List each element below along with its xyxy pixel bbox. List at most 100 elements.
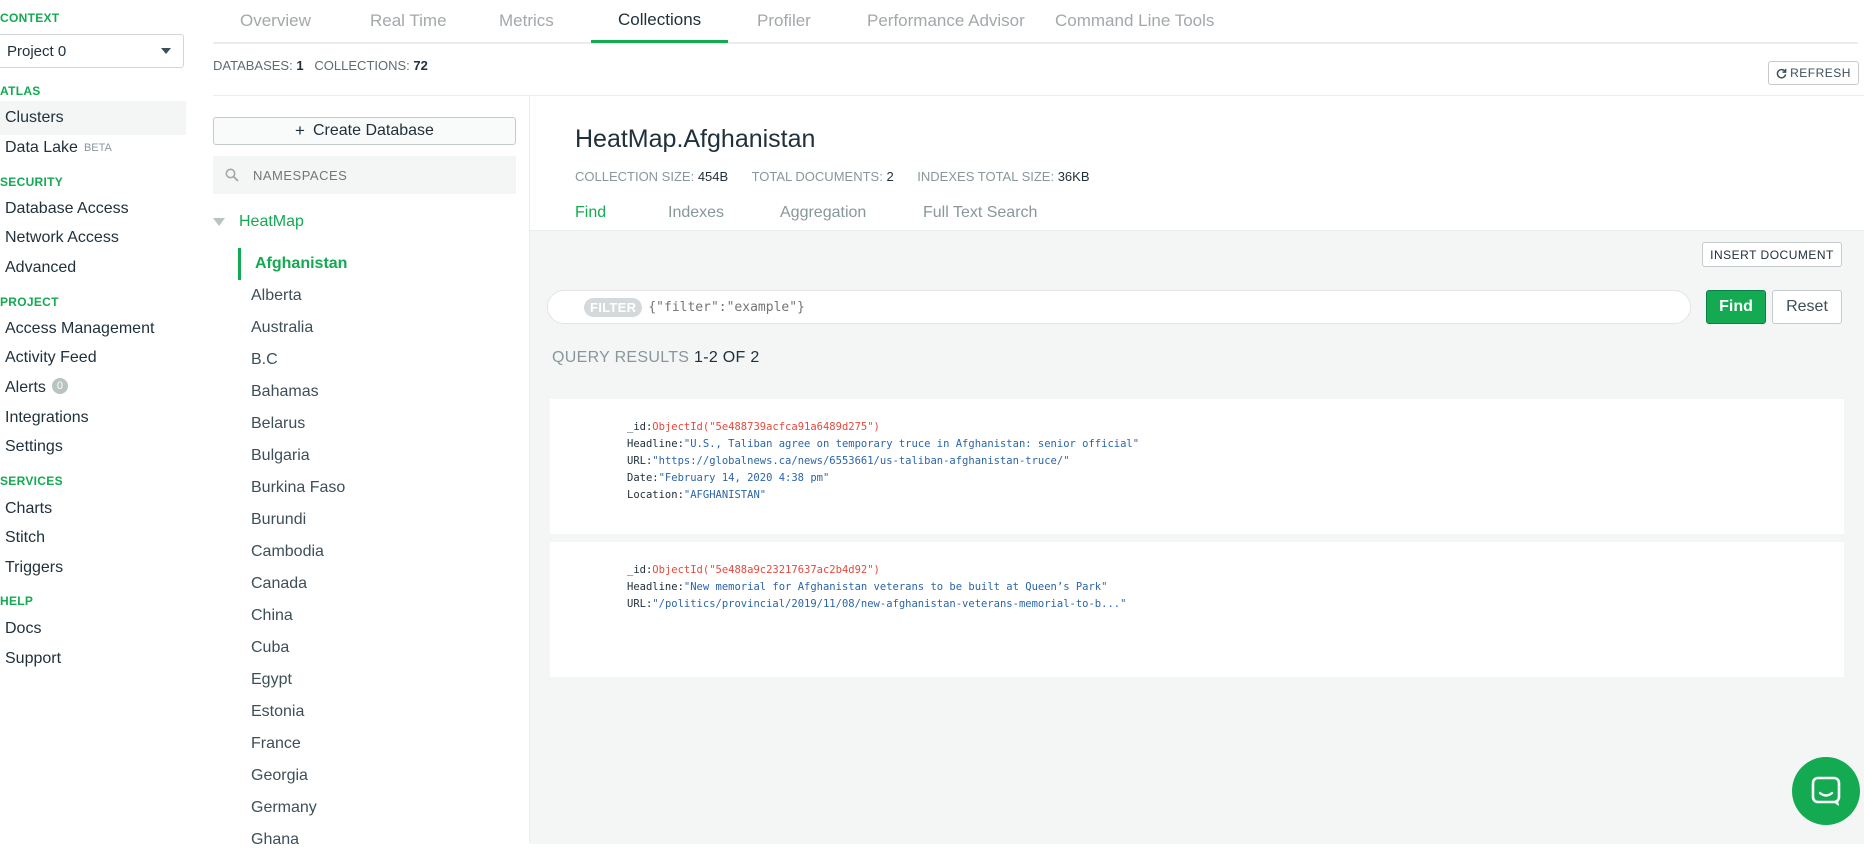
- collection-item[interactable]: Cambodia: [238, 536, 528, 568]
- document-field: Headline:"U.S., Taliban agree on tempora…: [627, 436, 1139, 453]
- sidebar-item-label: Charts: [5, 500, 53, 517]
- document-card[interactable]: _id:ObjectId("5e488739acfca91a6489d275")…: [550, 399, 1844, 534]
- plus-icon: +: [295, 121, 305, 140]
- tab-overview[interactable]: Overview: [213, 0, 338, 42]
- collection-meta: COLLECTION SIZE: 454B TOTAL DOCUMENTS: 2…: [575, 169, 1110, 184]
- total-documents: 2: [886, 169, 894, 184]
- sidebar: CONTEXT Project 0 ATLAS Clusters Data La…: [0, 0, 190, 843]
- sidebar-item-clusters[interactable]: Clusters: [0, 101, 186, 135]
- collection-item[interactable]: Alberta: [238, 280, 528, 312]
- document-field: Location:"AFGHANISTAN": [627, 487, 1139, 504]
- tab-collections[interactable]: Collections: [591, 0, 729, 43]
- namespace-search-input[interactable]: [251, 166, 495, 184]
- alerts-count-badge: 0: [51, 378, 68, 394]
- context-label: CONTEXT: [0, 11, 60, 25]
- document-field: Headline:"New memorial for Afghanistan v…: [627, 579, 1126, 596]
- field-key: URL:: [627, 455, 653, 467]
- project-select[interactable]: Project 0: [0, 34, 184, 68]
- document-field: Date:"February 14, 2020 4:38 pm": [627, 470, 1139, 487]
- filter-input[interactable]: [646, 298, 1551, 316]
- tab-aggregation[interactable]: Aggregation: [780, 204, 866, 222]
- query-results-count: QUERY RESULTS 1-2 OF 2: [552, 349, 760, 367]
- sidebar-item-alerts[interactable]: Alerts 0: [0, 371, 186, 405]
- tab-metrics[interactable]: Metrics: [472, 0, 581, 42]
- databases-label: DATABASES:: [213, 58, 293, 73]
- collection-item[interactable]: Australia: [238, 312, 528, 344]
- field-key: _id:: [627, 421, 653, 433]
- field-value: "February 14, 2020 4:38 pm": [658, 472, 830, 484]
- sidebar-item-settings[interactable]: Settings: [0, 430, 186, 464]
- databases-count: 1: [296, 58, 304, 73]
- collection-item[interactable]: Germany: [238, 792, 528, 824]
- collection-item[interactable]: Burundi: [238, 504, 528, 536]
- collection-item[interactable]: Bulgaria: [238, 440, 528, 472]
- collection-item[interactable]: China: [238, 600, 528, 632]
- field-value: "New memorial for Afghanistan veterans t…: [683, 581, 1108, 593]
- collection-item[interactable]: Belarus: [238, 408, 528, 440]
- collection-item[interactable]: Egypt: [238, 664, 528, 696]
- sidebar-item-network-access[interactable]: Network Access: [0, 221, 186, 255]
- document-fields: _id:ObjectId("5e488739acfca91a6489d275")…: [627, 419, 1139, 504]
- tab-find[interactable]: Find: [575, 204, 606, 222]
- tab-indexes[interactable]: Indexes: [668, 204, 724, 222]
- tab-profiler[interactable]: Profiler: [730, 0, 838, 42]
- find-button[interactable]: Find: [1706, 290, 1766, 324]
- section-help: HELP: [0, 594, 34, 608]
- sidebar-item-label: Integrations: [5, 409, 89, 426]
- document-field: _id:ObjectId("5e488a9c23217637ac2b4d92"): [627, 562, 1126, 579]
- collection-item[interactable]: France: [238, 728, 528, 760]
- insert-document-button[interactable]: INSERT DOCUMENT: [1702, 242, 1842, 267]
- sidebar-item-triggers[interactable]: Triggers: [0, 551, 186, 585]
- collection-item[interactable]: Afghanistan: [238, 248, 528, 280]
- sidebar-item-support[interactable]: Support: [0, 642, 186, 676]
- tab-real-time[interactable]: Real Time: [343, 0, 474, 42]
- section-security: SECURITY: [0, 175, 64, 189]
- collection-item[interactable]: Ghana: [238, 824, 528, 856]
- field-value: "/politics/provincial/2019/11/08/new-afg…: [652, 598, 1127, 610]
- indexes-size-label: INDEXES TOTAL SIZE:: [917, 169, 1055, 184]
- sidebar-item-label: Triggers: [5, 559, 64, 576]
- collection-list: Afghanistan Alberta Australia B.C Bahama…: [238, 248, 528, 856]
- field-value: "U.S., Taliban agree on temporary truce …: [683, 438, 1140, 450]
- sidebar-item-label: Activity Feed: [5, 349, 97, 366]
- sidebar-item-label: Settings: [5, 438, 63, 455]
- collection-item[interactable]: Canada: [238, 568, 528, 600]
- sidebar-item-data-lake[interactable]: Data Lake BETA: [0, 131, 186, 165]
- section-atlas: ATLAS: [0, 84, 41, 98]
- query-results-range: 1-2 OF 2: [694, 349, 760, 366]
- collection-size-label: COLLECTION SIZE:: [575, 169, 695, 184]
- sidebar-item-label: Data Lake: [5, 139, 78, 156]
- document-card[interactable]: _id:ObjectId("5e488a9c23217637ac2b4d92")…: [550, 542, 1844, 677]
- project-name: Project 0: [7, 42, 67, 60]
- sidebar-item-label: Clusters: [5, 109, 64, 126]
- database-heatmap[interactable]: HeatMap: [213, 213, 304, 231]
- reset-button[interactable]: Reset: [1772, 290, 1842, 324]
- sidebar-item-label: Database Access: [5, 200, 129, 217]
- filter-chip: FILTER: [584, 297, 643, 317]
- collection-item[interactable]: Georgia: [238, 760, 528, 792]
- database-name: HeatMap: [239, 213, 304, 230]
- namespace-panel: + Create Database HeatMap Afghanistan Al…: [213, 96, 530, 848]
- sidebar-item-label: Stitch: [5, 529, 46, 546]
- sidebar-item-docs[interactable]: Docs: [0, 612, 186, 646]
- search-icon: [225, 168, 239, 182]
- refresh-button[interactable]: REFRESH: [1768, 61, 1859, 85]
- sidebar-item-advanced[interactable]: Advanced: [0, 251, 186, 285]
- tab-full-text-search[interactable]: Full Text Search: [923, 204, 1037, 222]
- tab-command-line-tools[interactable]: Command Line Tools: [1028, 0, 1241, 42]
- sidebar-item-label: Access Management: [5, 320, 155, 337]
- collection-item[interactable]: Burkina Faso: [238, 472, 528, 504]
- chat-button[interactable]: [1792, 757, 1860, 825]
- query-results-label: QUERY RESULTS: [552, 349, 690, 366]
- collection-item[interactable]: Estonia: [238, 696, 528, 728]
- sidebar-item-activity-feed[interactable]: Activity Feed: [0, 341, 186, 375]
- collection-item[interactable]: B.C: [238, 344, 528, 376]
- top-tabs: Overview Real Time Metrics Collections P…: [213, 0, 1858, 44]
- collection-item[interactable]: Cuba: [238, 632, 528, 664]
- create-database-button[interactable]: + Create Database: [213, 117, 516, 145]
- sidebar-item-stitch[interactable]: Stitch: [0, 521, 186, 555]
- collection-item[interactable]: Bahamas: [238, 376, 528, 408]
- chat-icon: [1811, 776, 1841, 806]
- tab-performance-advisor[interactable]: Performance Advisor: [840, 0, 1052, 42]
- cluster-stats: DATABASES: 1 COLLECTIONS: 72: [213, 58, 428, 73]
